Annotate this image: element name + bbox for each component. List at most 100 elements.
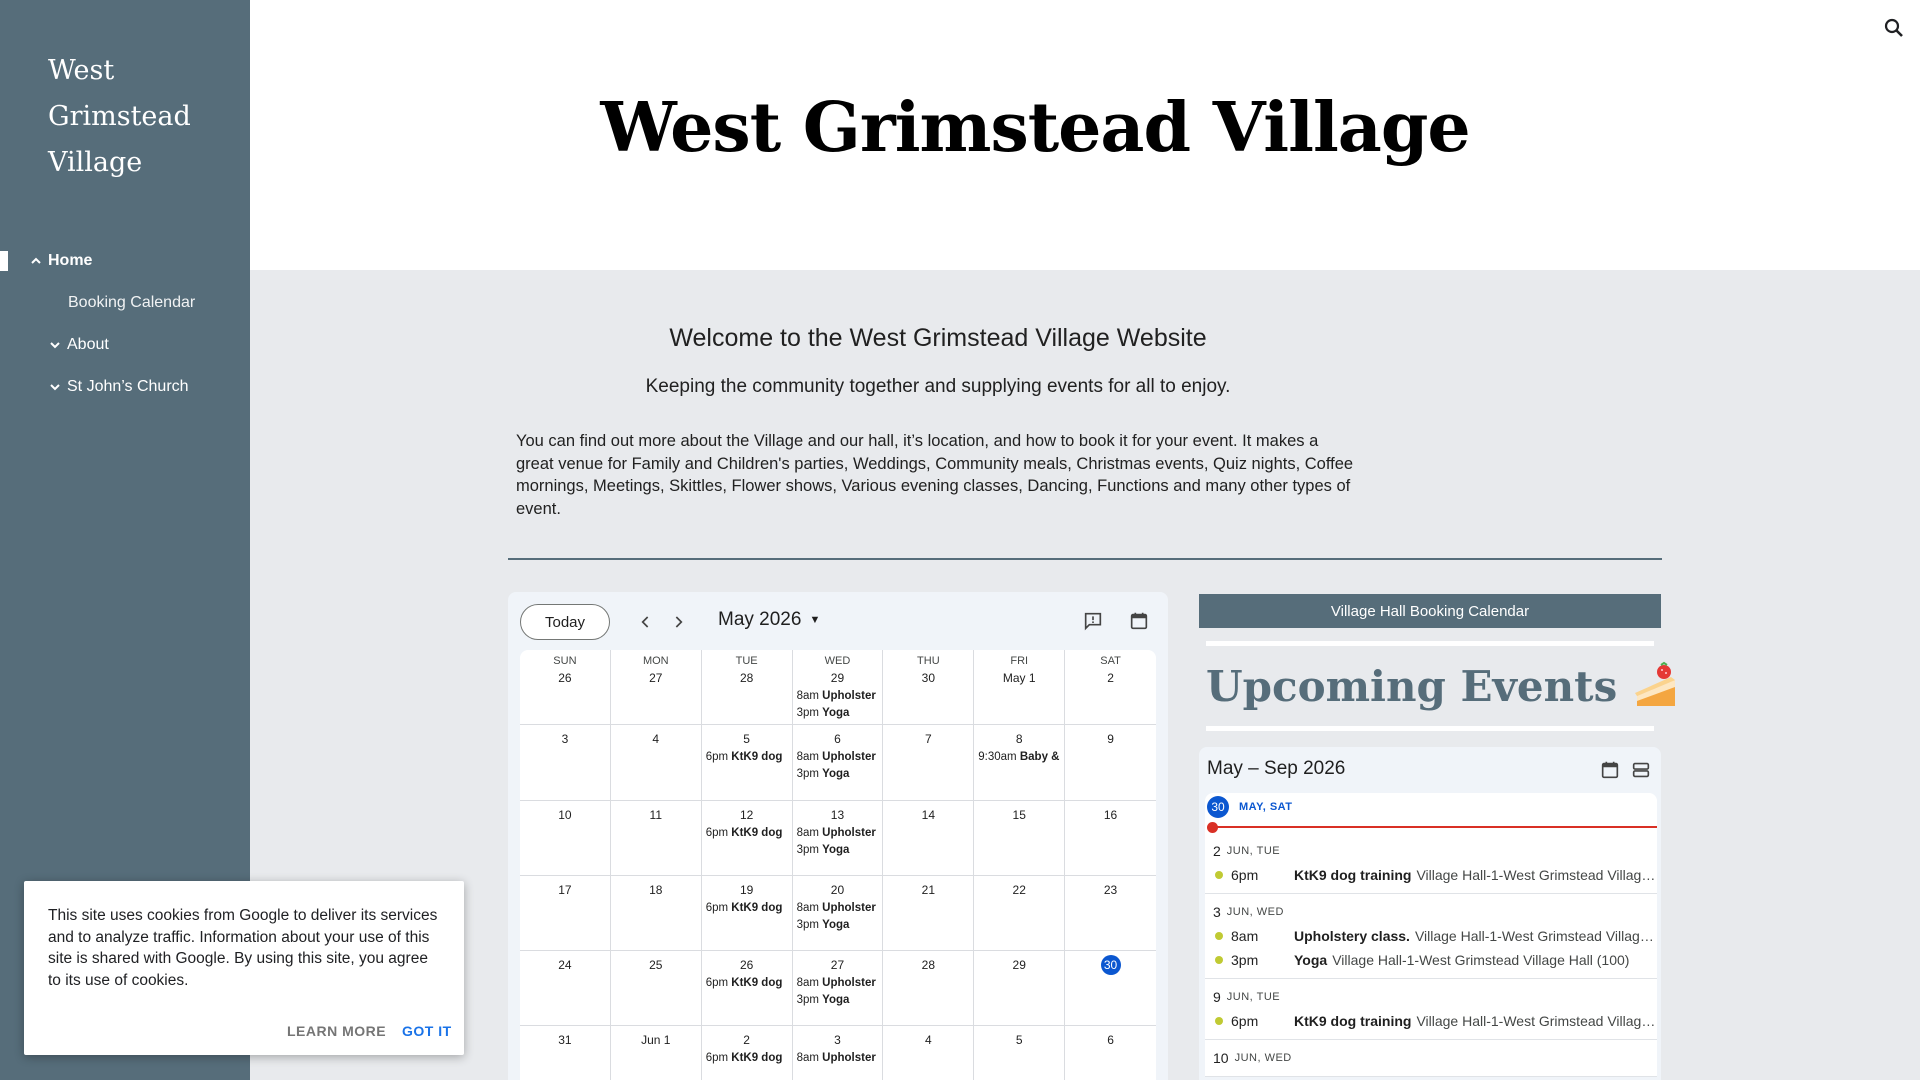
calendar-day-cell[interactable]: 11 <box>610 800 702 876</box>
date-number[interactable]: 31 <box>555 1030 575 1050</box>
agenda-event[interactable]: 3pm Yoga Village Hall-1-West Grimstead Vil… <box>1213 948 1657 972</box>
calendar-event-chip[interactable]: 3pm Yoga <box>793 992 883 1009</box>
calendar-day-cell[interactable]: SAT 2 <box>1065 650 1156 726</box>
calendar-event-chip[interactable]: 9:30am Baby & <box>974 749 1064 766</box>
agenda-day-number[interactable]: 3 <box>1213 904 1221 920</box>
calendar-view-icon[interactable] <box>1128 610 1152 634</box>
date-number[interactable]: 16 <box>1101 805 1121 825</box>
calendar-day-cell[interactable]: 3 8am Upholster <box>793 1026 884 1080</box>
calendar-day-cell[interactable]: 20 8am Upholster 3pm Yoga <box>792 875 884 952</box>
calendar-event-chip[interactable]: 8am Upholster <box>793 825 883 842</box>
calendar-day-cell[interactable]: 5 <box>974 1026 1066 1080</box>
calendar-event-chip[interactable]: 3pm Yoga <box>793 766 883 783</box>
date-number[interactable]: 21 <box>918 880 938 900</box>
month-selector[interactable]: May 2026 ▼ <box>718 609 820 631</box>
got-it-button[interactable]: GOT IT <box>402 1023 452 1039</box>
date-number[interactable]: 30 <box>918 668 938 688</box>
calendar-day-cell[interactable]: 14 <box>883 800 975 876</box>
nav-item-booking-calendar[interactable]: Booking Calendar <box>68 288 195 318</box>
calendar-day-cell[interactable]: 5 6pm KtK9 dog <box>701 725 793 801</box>
date-number[interactable]: 8 <box>1009 729 1029 749</box>
today-button[interactable]: Today <box>520 604 610 640</box>
today-date-number[interactable]: 30 <box>1100 955 1121 976</box>
calendar-icon[interactable] <box>1599 759 1621 781</box>
learn-more-button[interactable]: LEARN MORE <box>287 1023 386 1039</box>
nav-item-st-johns-church[interactable]: St John’s Church <box>49 372 189 402</box>
date-number[interactable]: 6 <box>827 729 847 749</box>
calendar-day-cell[interactable]: 21 <box>883 875 975 952</box>
calendar-day-cell[interactable]: 29 <box>974 951 1066 1027</box>
calendar-event-chip[interactable]: 3pm Yoga <box>793 842 883 859</box>
date-number[interactable]: 23 <box>1101 880 1121 900</box>
calendar-day-cell[interactable]: 30 <box>1065 951 1156 1027</box>
date-number[interactable]: 17 <box>555 880 575 900</box>
agenda-event[interactable]: 8am Upholstery class. Village Hall-1-West … <box>1213 924 1657 948</box>
nav-item-home[interactable]: Home <box>30 246 92 276</box>
date-number[interactable]: 20 <box>827 880 847 900</box>
calendar-day-cell[interactable]: 2 6pm KtK9 dog <box>702 1026 793 1080</box>
calendar-day-cell[interactable]: TUE 28 <box>701 650 793 726</box>
feedback-icon[interactable] <box>1082 610 1106 634</box>
calendar-event-chip[interactable]: 6pm KtK9 dog <box>702 975 792 992</box>
date-number[interactable]: Jun 1 <box>641 1030 670 1050</box>
date-number[interactable]: 28 <box>918 955 938 975</box>
chevron-down-icon[interactable] <box>49 381 61 393</box>
date-number[interactable]: 3 <box>555 729 575 749</box>
chevron-down-icon[interactable] <box>49 339 61 351</box>
calendar-day-cell[interactable]: 13 8am Upholster 3pm Yoga <box>792 800 884 876</box>
calendar-day-cell[interactable]: 10 <box>520 800 611 876</box>
date-number[interactable]: 27 <box>827 955 847 975</box>
calendar-day-cell[interactable]: 6 8am Upholster 3pm Yoga <box>792 725 884 801</box>
calendar-day-cell[interactable]: 25 <box>610 951 702 1027</box>
date-number[interactable]: 26 <box>555 668 575 688</box>
calendar-day-cell[interactable]: 4 <box>883 1026 975 1080</box>
agenda-day-number[interactable]: 10 <box>1213 1050 1229 1066</box>
date-number[interactable]: 3 <box>827 1030 847 1050</box>
date-number[interactable]: 10 <box>555 805 575 825</box>
date-number[interactable]: 27 <box>646 668 666 688</box>
calendar-day-cell[interactable]: 3 <box>520 725 611 801</box>
agenda-event[interactable]: 6pm KtK9 dog training Village Hall-1-West … <box>1213 1009 1657 1033</box>
date-number[interactable]: 4 <box>918 1030 938 1050</box>
date-number[interactable]: 19 <box>737 880 757 900</box>
calendar-day-cell[interactable]: 6 <box>1065 1026 1156 1080</box>
nav-item-about[interactable]: About <box>49 330 109 360</box>
calendar-day-cell[interactable]: Jun 1 <box>611 1026 702 1080</box>
agenda-view-icon[interactable] <box>1630 759 1652 781</box>
agenda-day-number[interactable]: 9 <box>1213 989 1221 1005</box>
calendar-day-cell[interactable]: 22 <box>974 875 1066 952</box>
date-number[interactable]: 15 <box>1009 805 1029 825</box>
today-date-badge[interactable]: 30 <box>1207 796 1229 818</box>
calendar-event-chip[interactable]: 8am Upholster <box>793 688 883 705</box>
calendar-day-cell[interactable]: 19 6pm KtK9 dog <box>701 875 793 952</box>
calendar-day-cell[interactable]: MON 27 <box>610 650 702 726</box>
search-icon[interactable] <box>1882 16 1906 40</box>
date-number[interactable]: 2 <box>737 1030 757 1050</box>
calendar-day-cell[interactable]: THU 30 <box>883 650 975 726</box>
calendar-day-cell[interactable]: SUN 26 <box>520 650 611 726</box>
site-title[interactable]: West Grimstead Village <box>48 48 228 186</box>
date-number[interactable]: 4 <box>646 729 666 749</box>
calendar-event-chip[interactable]: 6pm KtK9 dog <box>702 1050 792 1067</box>
date-number[interactable]: 12 <box>737 805 757 825</box>
date-number[interactable]: 5 <box>737 729 757 749</box>
calendar-day-cell[interactable]: 4 <box>610 725 702 801</box>
date-number[interactable]: May 1 <box>1003 668 1036 688</box>
calendar-event-chip[interactable]: 8am Upholster <box>793 749 883 766</box>
calendar-day-cell[interactable]: WED 29 8am Upholster 3pm Yoga <box>792 650 884 726</box>
calendar-day-cell[interactable]: 23 <box>1065 876 1156 952</box>
calendar-event-chip[interactable]: 6pm KtK9 dog <box>702 900 792 917</box>
agenda-event[interactable]: 6pm KtK9 dog training Village Hall-1-West … <box>1213 863 1657 887</box>
date-number[interactable]: 29 <box>1009 955 1029 975</box>
calendar-day-cell[interactable]: 15 <box>974 800 1066 876</box>
date-number[interactable]: 5 <box>1009 1030 1029 1050</box>
calendar-event-chip[interactable]: 8am Upholster <box>793 1050 883 1067</box>
calendar-event-chip[interactable]: 6pm KtK9 dog <box>702 825 792 842</box>
calendar-event-chip[interactable]: 8am Upholster <box>793 975 883 992</box>
date-number[interactable]: 7 <box>918 729 938 749</box>
date-number[interactable]: 11 <box>646 805 666 825</box>
date-number[interactable]: 9 <box>1101 729 1121 749</box>
date-number[interactable]: 6 <box>1101 1030 1121 1050</box>
date-number[interactable]: 14 <box>918 805 938 825</box>
date-number[interactable]: 2 <box>1101 668 1121 688</box>
